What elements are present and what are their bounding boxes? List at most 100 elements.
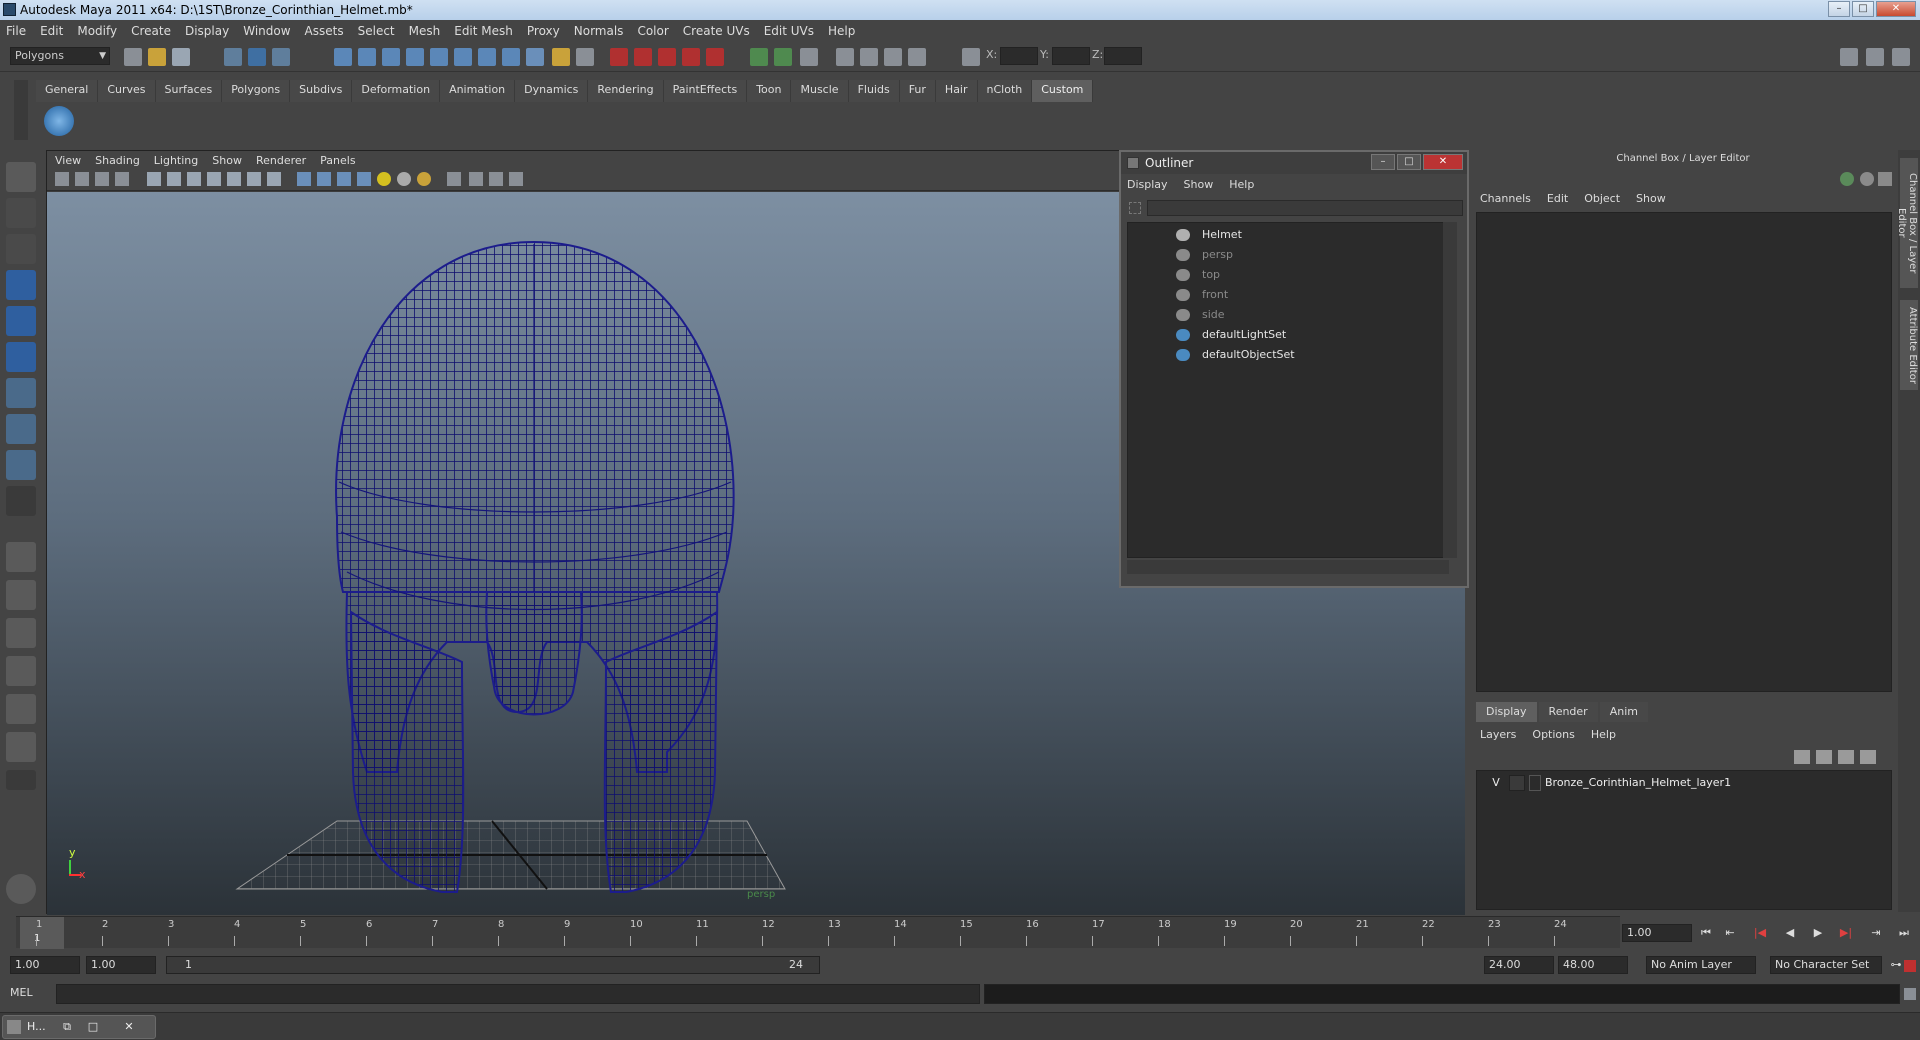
single-view-layout-icon[interactable] <box>6 542 36 572</box>
manipulator-tool-icon[interactable] <box>6 378 36 408</box>
channel-box-menu-object[interactable]: Object <box>1584 192 1620 205</box>
layer-row[interactable]: V Bronze_Corinthian_Helmet_layer1 <box>1481 773 1889 793</box>
outliner-item-helmet[interactable]: Helmet <box>1128 225 1242 245</box>
shelf-tab-polygons[interactable]: Polygons <box>222 80 291 102</box>
pick-mask-icon[interactable] <box>334 48 352 66</box>
minimize-button[interactable]: – <box>1828 1 1850 17</box>
shelf-tab-fluids[interactable]: Fluids <box>848 80 900 102</box>
textured-icon[interactable] <box>357 172 371 186</box>
layer-tab-render[interactable]: Render <box>1538 702 1598 722</box>
go-to-end-icon[interactable]: ⏭ <box>1894 924 1914 942</box>
start-time-field[interactable]: 1.00 <box>10 956 80 974</box>
help-icon[interactable] <box>526 48 544 66</box>
layer-menu-help[interactable]: Help <box>1591 728 1616 741</box>
z-field[interactable] <box>1104 47 1142 65</box>
isolate-select-icon[interactable] <box>447 172 461 186</box>
menu-modify[interactable]: Modify <box>77 24 117 38</box>
select-camera-icon[interactable] <box>55 172 69 186</box>
side-tab-attribute-editor[interactable]: Attribute Editor <box>1900 300 1918 390</box>
maximize-button[interactable]: □ <box>1852 1 1874 17</box>
select-tool-icon[interactable] <box>6 162 36 192</box>
menu-display[interactable]: Display <box>185 24 229 38</box>
menu-proxy[interactable]: Proxy <box>527 24 560 38</box>
toggle-tool-settings-icon[interactable] <box>1866 48 1884 66</box>
snap-curve-icon[interactable] <box>634 48 652 66</box>
layout-more-icon[interactable] <box>6 770 36 790</box>
step-back-key-icon[interactable]: ⇤ <box>1720 924 1740 942</box>
two-view-layout-icon[interactable] <box>6 732 36 762</box>
menu-set-select[interactable]: Polygons ▼ <box>10 47 110 65</box>
soft-mod-tool-icon[interactable] <box>6 414 36 444</box>
scale-tool-icon[interactable] <box>6 342 36 372</box>
outliner-item-side[interactable]: side <box>1128 305 1225 325</box>
outliner-menu-display[interactable]: Display <box>1127 178 1168 191</box>
outliner-title-bar[interactable]: Outliner – □ ✕ <box>1121 152 1467 174</box>
step-forward-key-icon[interactable]: ⇥ <box>1866 924 1886 942</box>
script-editor-icon[interactable] <box>1904 988 1916 1000</box>
channel-box-menu-channels[interactable]: Channels <box>1480 192 1531 205</box>
play-backwards-icon[interactable]: ◀ <box>1780 924 1800 942</box>
move-layer-down-icon[interactable] <box>1816 750 1832 764</box>
outliner-item-front[interactable]: front <box>1128 285 1228 305</box>
wireframe-icon[interactable] <box>297 172 311 186</box>
outliner-filter-input[interactable] <box>1147 200 1463 216</box>
new-layer-selected-icon[interactable] <box>1860 750 1876 764</box>
xray-active-icon[interactable] <box>489 172 503 186</box>
end-time-field[interactable]: 48.00 <box>1558 956 1628 974</box>
character-set-select[interactable]: No Character Set <box>1770 956 1882 974</box>
menu-mesh[interactable]: Mesh <box>409 24 441 38</box>
anim-start-field[interactable]: 1.00 <box>86 956 156 974</box>
time-slider-track[interactable]: 1 1 2 3 4 5 6 7 8 9 10 11 12 13 14 15 16… <box>16 916 1620 949</box>
range-slider-bar[interactable]: 1 24 <box>166 956 820 974</box>
layer-tab-anim[interactable]: Anim <box>1599 702 1648 722</box>
shadows-icon[interactable] <box>397 172 411 186</box>
restore-button[interactable]: ⧉ <box>59 1019 75 1035</box>
layer-visibility-toggle[interactable]: V <box>1487 773 1505 793</box>
new-scene-icon[interactable] <box>124 48 142 66</box>
rotate-tool-icon[interactable] <box>6 306 36 336</box>
preferences-icon[interactable] <box>1904 960 1916 972</box>
render-view-icon[interactable] <box>836 48 854 66</box>
select-component-icon[interactable] <box>272 48 290 66</box>
menu-file[interactable]: File <box>6 24 26 38</box>
pin-icon[interactable] <box>1878 172 1892 186</box>
outliner-item-top[interactable]: top <box>1128 265 1220 285</box>
shelf-tab-subdivs[interactable]: Subdivs <box>290 80 353 102</box>
command-language-label[interactable]: MEL <box>10 986 33 999</box>
step-forward-frame-icon[interactable]: ▶| <box>1836 924 1856 942</box>
open-scene-icon[interactable] <box>148 48 166 66</box>
menu-edit-uvs[interactable]: Edit UVs <box>764 24 814 38</box>
pick-mask-5-icon[interactable] <box>430 48 448 66</box>
x-field[interactable] <box>1000 47 1038 65</box>
gate-mask-icon[interactable] <box>207 172 221 186</box>
outliner-maximize-button[interactable]: □ <box>1397 154 1421 170</box>
outliner-horizontal-scrollbar[interactable] <box>1127 560 1449 574</box>
pick-mask-2-icon[interactable] <box>358 48 376 66</box>
filter-icon[interactable] <box>1129 202 1141 214</box>
layer-color-swatch[interactable] <box>1529 775 1541 791</box>
outliner-vertical-scrollbar[interactable] <box>1443 222 1457 558</box>
anim-end-field[interactable]: 24.00 <box>1484 956 1554 974</box>
paint-select-tool-icon[interactable] <box>6 234 36 264</box>
viewport-menu-renderer[interactable]: Renderer <box>256 154 306 167</box>
film-gate-icon[interactable] <box>167 172 181 186</box>
high-quality-icon[interactable] <box>417 172 431 186</box>
render-frame-icon[interactable] <box>860 48 878 66</box>
y-field[interactable] <box>1052 47 1090 65</box>
new-layer-icon[interactable] <box>1838 750 1854 764</box>
camera-attributes-icon[interactable] <box>75 172 89 186</box>
ipr-render-icon[interactable] <box>884 48 902 66</box>
shelf-tab-ncloth[interactable]: nCloth <box>977 80 1033 102</box>
use-all-lights-icon[interactable] <box>377 172 391 186</box>
outliner-minimize-button[interactable]: – <box>1371 154 1395 170</box>
shelf-tab-painteffects[interactable]: PaintEffects <box>663 80 748 102</box>
construction-history-icon[interactable] <box>800 48 818 66</box>
shelf-tab-curves[interactable]: Curves <box>98 80 156 102</box>
render-settings-icon[interactable] <box>908 48 926 66</box>
safe-title-icon[interactable] <box>267 172 281 186</box>
viewport-menu-view[interactable]: View <box>55 154 81 167</box>
outliner-menu-show[interactable]: Show <box>1184 178 1214 191</box>
pick-mask-8-icon[interactable] <box>502 48 520 66</box>
layer-menu-options[interactable]: Options <box>1532 728 1574 741</box>
close-button[interactable]: ✕ <box>1876 1 1916 17</box>
